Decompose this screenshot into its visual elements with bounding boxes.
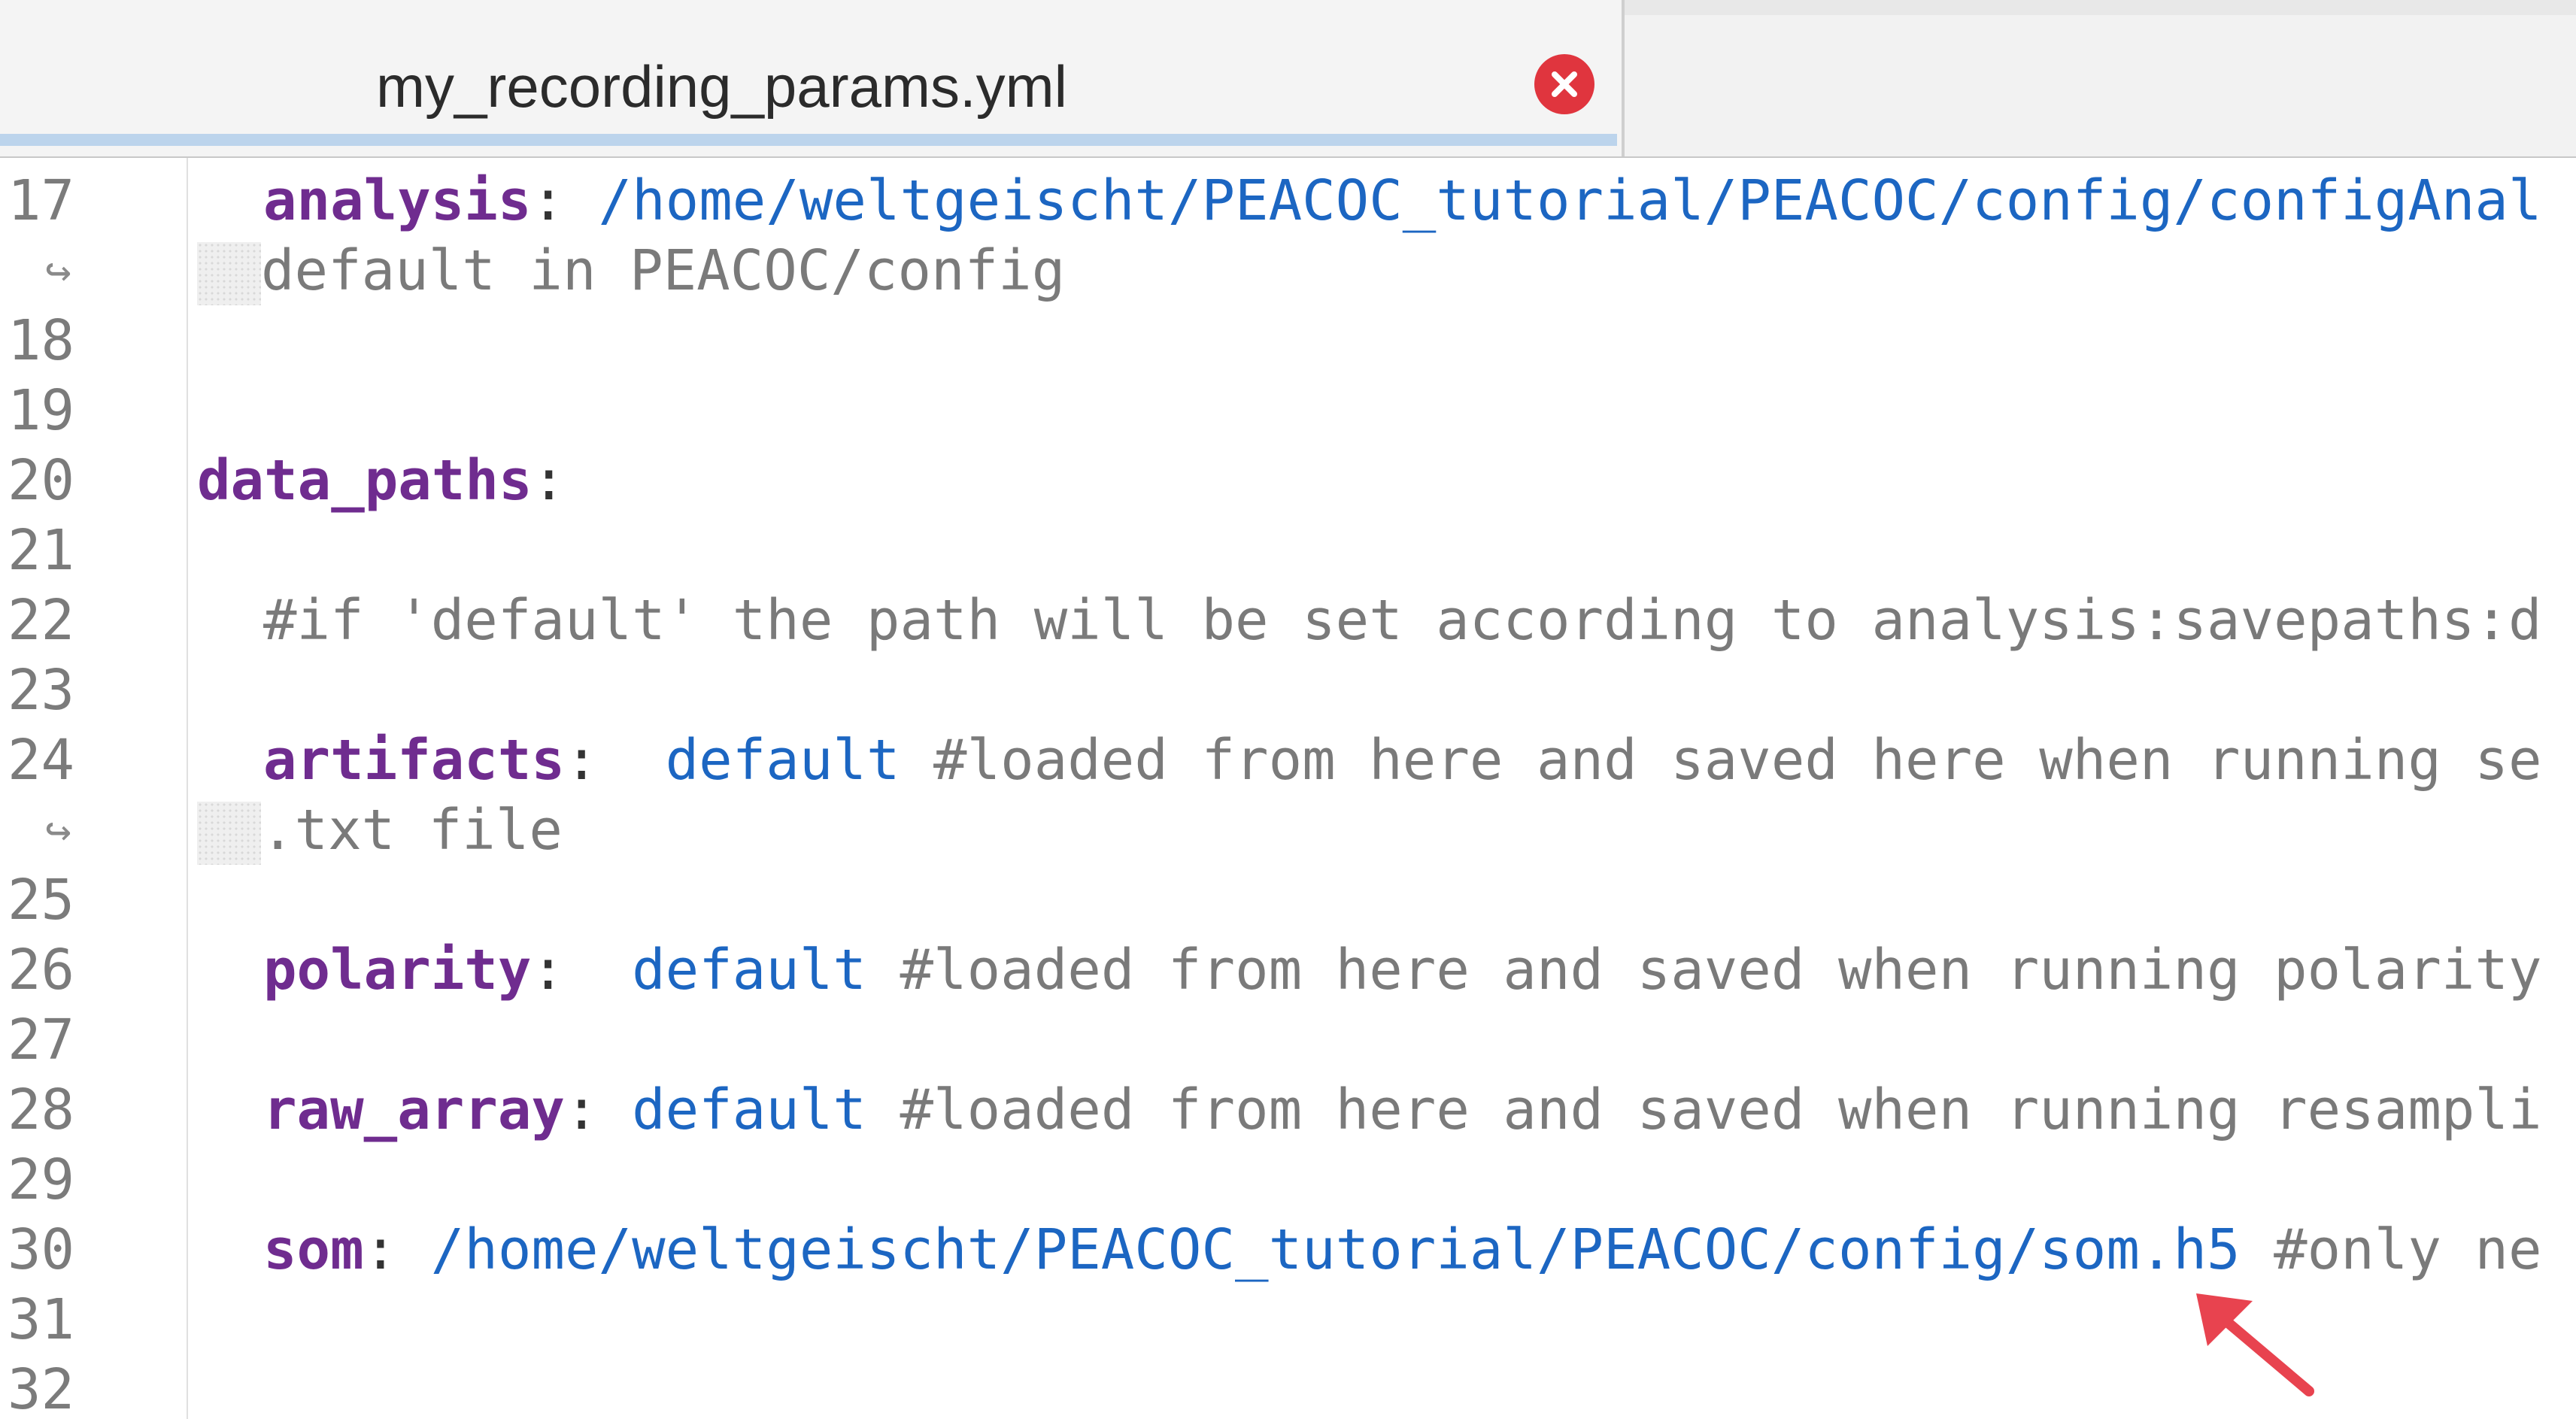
yaml-value: default	[598, 1078, 866, 1142]
yaml-key: data_paths	[197, 448, 532, 513]
yaml-value: /home/weltgeischt/PEACOC_tutorial/PEACOC…	[397, 1217, 2241, 1282]
yaml-colon: :	[363, 1217, 398, 1282]
wrap-indent-marker	[197, 242, 261, 306]
line-number: 27	[8, 1008, 75, 1072]
code-line[interactable]: artifacts: default #loaded from here and…	[197, 725, 2542, 796]
yaml-colon: :	[532, 448, 566, 513]
line-number: 32	[8, 1357, 75, 1419]
line-number: 19	[8, 378, 75, 443]
wrap-indent-marker	[197, 802, 261, 866]
yaml-colon: :	[564, 728, 599, 793]
yaml-key: artifacts	[263, 728, 565, 793]
line-number: 25	[8, 868, 75, 932]
yaml-colon: :	[531, 938, 565, 1002]
yaml-value: /home/weltgeischt/PEACOC_tutorial/PEACOC…	[564, 168, 2542, 233]
code-area[interactable]: analysis: /home/weltgeischt/PEACOC_tutor…	[197, 158, 2576, 1419]
yaml-colon: :	[564, 1078, 599, 1142]
line-number: 29	[8, 1148, 75, 1212]
wrap-arrow-icon: ↪	[45, 245, 71, 296]
tab-title: my_recording_params.yml	[376, 53, 1067, 120]
line-number: 22	[8, 588, 75, 653]
wrapped-text: .txt file	[261, 798, 563, 863]
yaml-key: analysis	[263, 168, 532, 233]
yaml-comment: #only ne	[2240, 1217, 2542, 1282]
yaml-comment: #loaded from here and saved here when ru…	[900, 728, 2542, 793]
code-line[interactable]: polarity: default #loaded from here and …	[197, 935, 2542, 1005]
yaml-key: raw_array	[263, 1078, 565, 1142]
code-line[interactable]: analysis: /home/weltgeischt/PEACOC_tutor…	[197, 165, 2542, 236]
red-arrow-icon	[2196, 1293, 2314, 1396]
tab-bar: my_recording_params.yml	[0, 0, 2576, 158]
wrapped-text: default in PEACOC/config	[261, 238, 1066, 303]
wrap-arrow-icon: ↪	[45, 805, 71, 856]
yaml-key: som	[263, 1217, 364, 1282]
line-number-gutter: 17 ↪ 18 19 20 21 22 23 24 ↪ 25 26 27 28 29 30 31 32	[0, 158, 188, 1419]
code-line[interactable]: default in PEACOC/config	[197, 235, 1065, 306]
tab-my-recording-params[interactable]: my_recording_params.yml	[0, 0, 1625, 156]
line-number: 31	[8, 1287, 75, 1352]
code-editor[interactable]: 17 ↪ 18 19 20 21 22 23 24 ↪ 25 26 27 28 29 30 31 32 analy…	[0, 158, 2576, 1419]
yaml-value: default	[598, 728, 900, 793]
code-line[interactable]: .txt file	[197, 795, 563, 866]
code-line[interactable]: data_paths:	[197, 445, 566, 516]
line-number: 23	[8, 658, 75, 723]
line-number: 18	[8, 308, 75, 373]
line-number: 20	[8, 448, 75, 513]
close-circle-icon[interactable]	[1534, 54, 1594, 114]
yaml-comment: #loaded from here and saved when running…	[866, 938, 2542, 1002]
yaml-comment: #if 'default' the path will be set accor…	[263, 588, 2542, 653]
yaml-value: default	[564, 938, 866, 1002]
yaml-colon: :	[531, 168, 565, 233]
line-number: 28	[8, 1078, 75, 1142]
editor-window: my_recording_params.yml 17 ↪ 18 19 20 21 22 23 2…	[0, 0, 2576, 1419]
line-number: 17	[8, 168, 75, 233]
yaml-comment: #loaded from here and saved when running…	[866, 1078, 2542, 1142]
code-line[interactable]: som: /home/weltgeischt/PEACOC_tutorial/P…	[197, 1214, 2542, 1285]
yaml-key: polarity	[263, 938, 532, 1002]
line-number: 21	[8, 518, 75, 583]
active-tab-indicator	[0, 134, 1617, 146]
code-line[interactable]: raw_array: default #loaded from here and…	[197, 1075, 2542, 1145]
line-number: 24	[8, 728, 75, 793]
line-number: 30	[8, 1217, 75, 1282]
code-line[interactable]: #if 'default' the path will be set accor…	[197, 585, 2542, 656]
line-number: 26	[8, 938, 75, 1002]
